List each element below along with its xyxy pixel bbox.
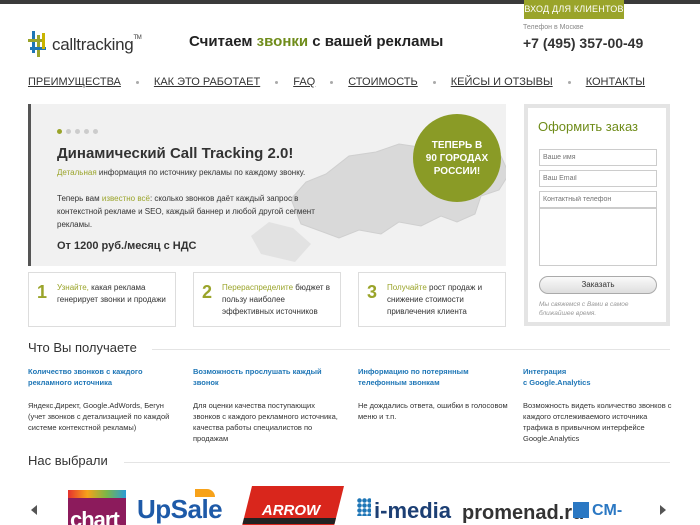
- client-logo-imedia[interactable]: i-media: [357, 498, 451, 525]
- slider-dot-3[interactable]: [75, 129, 80, 134]
- benefit-item-3: Информацию по потерянным телефонным звон…: [358, 366, 508, 422]
- logo[interactable]: calltrackingTM: [28, 28, 142, 62]
- benefit-item-1: Количество звонков с каждого рекламного …: [28, 366, 178, 433]
- nav-separator: [330, 80, 334, 84]
- step-number: 1: [37, 282, 48, 302]
- step-card-3: 3 Получайте рост продаж и снижение стоим…: [358, 272, 506, 327]
- section-divider: [124, 462, 670, 463]
- benefit-description: Возможность видеть количество звонков с …: [523, 401, 672, 443]
- nav-separator: [275, 80, 279, 84]
- client-logo-arrow[interactable]: ARROW: [242, 486, 344, 525]
- step-card-2: 2 Перераспределите бюджет в пользу наибо…: [193, 272, 341, 327]
- logo-icon: [28, 31, 46, 57]
- slider-dot-5[interactable]: [93, 129, 98, 134]
- email-input[interactable]: [539, 170, 657, 187]
- order-form-title: Оформить заказ: [538, 119, 639, 134]
- order-form: Оформить заказ Заказать Мы свяжемся с Ва…: [524, 104, 670, 326]
- step-text: Получайте рост продаж и снижение стоимос…: [387, 283, 483, 316]
- nav-separator: [432, 80, 436, 84]
- nav-cases[interactable]: КЕЙСЫ И ОТЗЫВЫ: [451, 76, 553, 88]
- hero-title: Динамический Call Tracking 2.0!: [57, 145, 294, 162]
- benefit-description: Яндекс.Директ, Google.AdWords, Бегун (уч…: [28, 401, 170, 432]
- hero-price: От 1200 руб./месяц с НДС: [57, 240, 197, 252]
- slider-dot-2[interactable]: [66, 129, 71, 134]
- client-logo-chart[interactable]: chart: [68, 490, 126, 525]
- benefit-item-2: Возможность прослушать каждый звонок Для…: [193, 366, 343, 444]
- order-form-note: Мы свяжемся с Вами в самое ближайшее вре…: [539, 301, 629, 317]
- step-text: Узнайте, какая реклама генерирует звонки…: [57, 283, 166, 304]
- message-textarea[interactable]: [539, 208, 657, 266]
- nav-separator: [567, 80, 571, 84]
- nav-how-it-works[interactable]: КАК ЭТО РАБОТАЕТ: [154, 76, 260, 88]
- nav-advantages[interactable]: ПРЕИМУЩЕСТВА: [28, 76, 121, 88]
- step-card-1: 1 Узнайте, какая реклама генерирует звон…: [28, 272, 176, 327]
- phone-input[interactable]: [539, 191, 657, 208]
- imedia-dots-icon: [357, 498, 371, 516]
- hero-subtitle: Детальная информация по источнику реклам…: [57, 168, 306, 177]
- benefits-section-title: Что Вы получаете: [28, 340, 137, 355]
- client-logo-cm[interactable]: CM-: [573, 502, 622, 520]
- hero-banner: Динамический Call Tracking 2.0! Детальна…: [28, 104, 506, 266]
- step-text: Перераспределите бюджет в пользу наиболе…: [222, 283, 331, 316]
- nav-separator: [135, 80, 139, 84]
- nav-contacts[interactable]: КОНТАКТЫ: [586, 76, 645, 88]
- hero-description: Теперь вам известно всё: сколько звонков…: [57, 194, 315, 229]
- benefit-title[interactable]: Интеграция с Google.Analytics: [523, 366, 673, 388]
- nav-faq[interactable]: FAQ: [293, 76, 315, 88]
- section-divider: [152, 349, 670, 350]
- step-number: 2: [202, 282, 213, 302]
- phone-label: Телефон в Москве: [523, 24, 584, 31]
- phone-number[interactable]: +7 (495) 357-00-49: [523, 35, 643, 51]
- name-input[interactable]: [539, 149, 657, 166]
- logo-text: calltrackingTM: [52, 35, 142, 54]
- cm-logo-square-icon: [573, 502, 589, 518]
- benefit-title[interactable]: Возможность прослушать каждый звонок: [193, 366, 343, 388]
- slider-dot-4[interactable]: [84, 129, 89, 134]
- clients-logo-carousel: chart UpSale ARROW i-media promenad.ru C…: [0, 484, 700, 525]
- client-logo-promenad[interactable]: promenad.ru: [462, 502, 584, 525]
- main-nav: ПРЕИМУЩЕСТВА КАК ЭТО РАБОТАЕТ FAQ СТОИМО…: [28, 76, 645, 88]
- order-submit-button[interactable]: Заказать: [539, 276, 657, 294]
- clients-section-title: Нас выбрали: [28, 453, 108, 468]
- benefit-description: Не дождались ответа, ошибки в голосовом …: [358, 401, 508, 421]
- cities-badge: ТЕПЕРЬ В 90 ГОРОДАХ РОССИИ!: [413, 114, 501, 202]
- step-number: 3: [367, 282, 378, 302]
- client-logo-upsale[interactable]: UpSale: [137, 489, 223, 525]
- benefit-description: Для оценки качества поступающих звонков …: [193, 401, 338, 443]
- slider-dot-1[interactable]: [57, 129, 62, 134]
- slider-dots: [57, 129, 102, 134]
- nav-pricing[interactable]: СТОИМОСТЬ: [348, 76, 418, 88]
- benefit-item-4: Интеграция с Google.Analytics Возможность…: [523, 366, 673, 444]
- benefit-title[interactable]: Количество звонков с каждого рекламного …: [28, 366, 178, 388]
- slogan: Считаем звонки с вашей рекламы: [189, 33, 444, 50]
- benefit-title[interactable]: Информацию по потерянным телефонным звон…: [358, 366, 508, 388]
- client-login-button[interactable]: ВХОД ДЛЯ КЛИЕНТОВ: [524, 0, 624, 19]
